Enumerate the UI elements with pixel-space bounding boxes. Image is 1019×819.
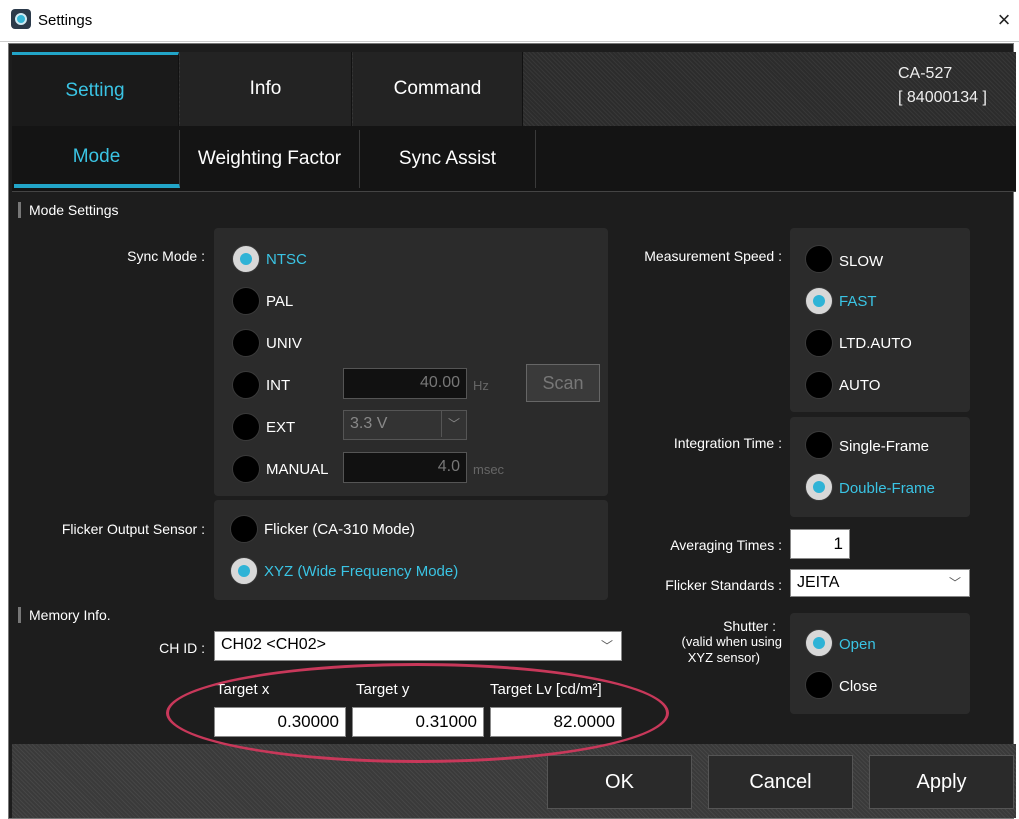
integration-label: Integration Time : (673, 435, 782, 451)
manual-unit: msec (473, 462, 505, 477)
tab-command[interactable]: Command (353, 52, 523, 126)
ext-voltage-select[interactable]: 3.3 V ﹀ (343, 410, 467, 440)
flicker-sensor-group (214, 500, 608, 600)
device-info: CA-527 [ 84000134 ] (898, 62, 1013, 110)
ch-id-select[interactable]: CH02 <CH02> ﹀ (214, 631, 622, 661)
flicker-standards-label: Flicker Standards : (665, 577, 782, 593)
cancel-button[interactable]: Cancel (708, 755, 853, 809)
radio-manual[interactable] (232, 455, 260, 483)
chevron-down-icon: ﹀ (600, 639, 613, 653)
flicker-standards-value: JEITA (797, 574, 840, 591)
radio-ntsc[interactable] (232, 245, 260, 273)
ch-id-label: CH ID : (159, 640, 205, 656)
radio-slow-label: SLOW (839, 253, 884, 270)
radio-auto-label: AUTO (839, 377, 881, 394)
radio-pal-label: PAL (266, 293, 294, 310)
radio-ltd-auto[interactable] (805, 329, 833, 357)
radio-univ-label: UNIV (266, 335, 302, 352)
radio-single-frame-label: Single-Frame (839, 438, 930, 455)
tab-info[interactable]: Info (180, 52, 352, 126)
shutter-label-line-2: (valid when using (681, 634, 782, 649)
ch-id-value: CH02 <CH02> (221, 636, 326, 653)
mode-settings-label: Mode Settings (18, 202, 119, 218)
int-unit: Hz (473, 378, 489, 393)
subtab-sync-assist[interactable]: Sync Assist (360, 130, 536, 188)
radio-single-frame[interactable] (805, 431, 833, 459)
sync-mode-label: Sync Mode : (127, 248, 205, 264)
radio-auto[interactable] (805, 371, 833, 399)
radio-ext-label: EXT (266, 419, 296, 436)
shutter-label-line-1: Shutter : (723, 618, 776, 634)
title-bar (0, 0, 1019, 42)
memory-info-label: Memory Info. (18, 607, 111, 623)
shutter-label-line-3: XYZ sensor) (687, 650, 760, 665)
radio-slow[interactable] (805, 245, 833, 273)
radio-ext[interactable] (232, 413, 260, 441)
app-icon (11, 9, 31, 29)
ext-voltage-value: 3.3 V (350, 415, 388, 432)
int-frequency-input[interactable]: 40.00 (343, 368, 467, 399)
radio-flicker-ca310-label: Flicker (CA-310 Mode) (264, 521, 415, 538)
radio-double-frame-label: Double-Frame (839, 480, 935, 497)
subtab-weighting-factor[interactable]: Weighting Factor (180, 130, 360, 188)
radio-ntsc-label: NTSC (266, 251, 307, 268)
window-title: Settings (38, 12, 93, 29)
close-icon[interactable]: × (992, 6, 1016, 34)
radio-ltd-auto-label: LTD.AUTO (839, 335, 912, 352)
radio-shutter-close[interactable] (805, 671, 833, 699)
chevron-down-icon: ﹀ (948, 576, 961, 590)
radio-double-frame[interactable] (805, 473, 833, 501)
averaging-input[interactable]: 1 (790, 529, 850, 559)
tab-setting[interactable]: Setting (12, 52, 179, 126)
speed-label: Measurement Speed : (644, 248, 782, 264)
radio-int[interactable] (232, 371, 260, 399)
shutter-label: Shutter : (valid when using XYZ sensor) (612, 618, 782, 666)
radio-int-label: INT (266, 377, 291, 394)
radio-shutter-open-label: Open (839, 636, 876, 653)
radio-manual-label: MANUAL (266, 461, 329, 478)
subtab-mode[interactable]: Mode (14, 130, 180, 188)
manual-time-input[interactable]: 4.0 (343, 452, 467, 483)
radio-flicker-xyz-label: XYZ (Wide Frequency Mode) (264, 563, 459, 580)
flicker-sensor-label: Flicker Output Sensor : (61, 521, 205, 537)
radio-univ[interactable] (232, 329, 260, 357)
radio-flicker-xyz[interactable] (230, 557, 258, 585)
averaging-label: Averaging Times : (670, 537, 782, 553)
highlight-ellipse (166, 663, 669, 763)
radio-shutter-close-label: Close (839, 678, 878, 695)
chevron-down-icon: ﹀ (440, 411, 460, 437)
radio-pal[interactable] (232, 287, 260, 315)
ok-button[interactable]: OK (547, 755, 692, 809)
device-model: CA-527 (898, 65, 953, 82)
radio-fast[interactable] (805, 287, 833, 315)
flicker-standards-select[interactable]: JEITA ﹀ (790, 569, 970, 597)
device-serial: [ 84000134 ] (898, 89, 987, 106)
scan-button[interactable]: Scan (526, 364, 600, 402)
radio-flicker-ca310[interactable] (230, 515, 258, 543)
apply-button[interactable]: Apply (869, 755, 1014, 809)
radio-shutter-open[interactable] (805, 629, 833, 657)
radio-fast-label: FAST (839, 293, 877, 310)
